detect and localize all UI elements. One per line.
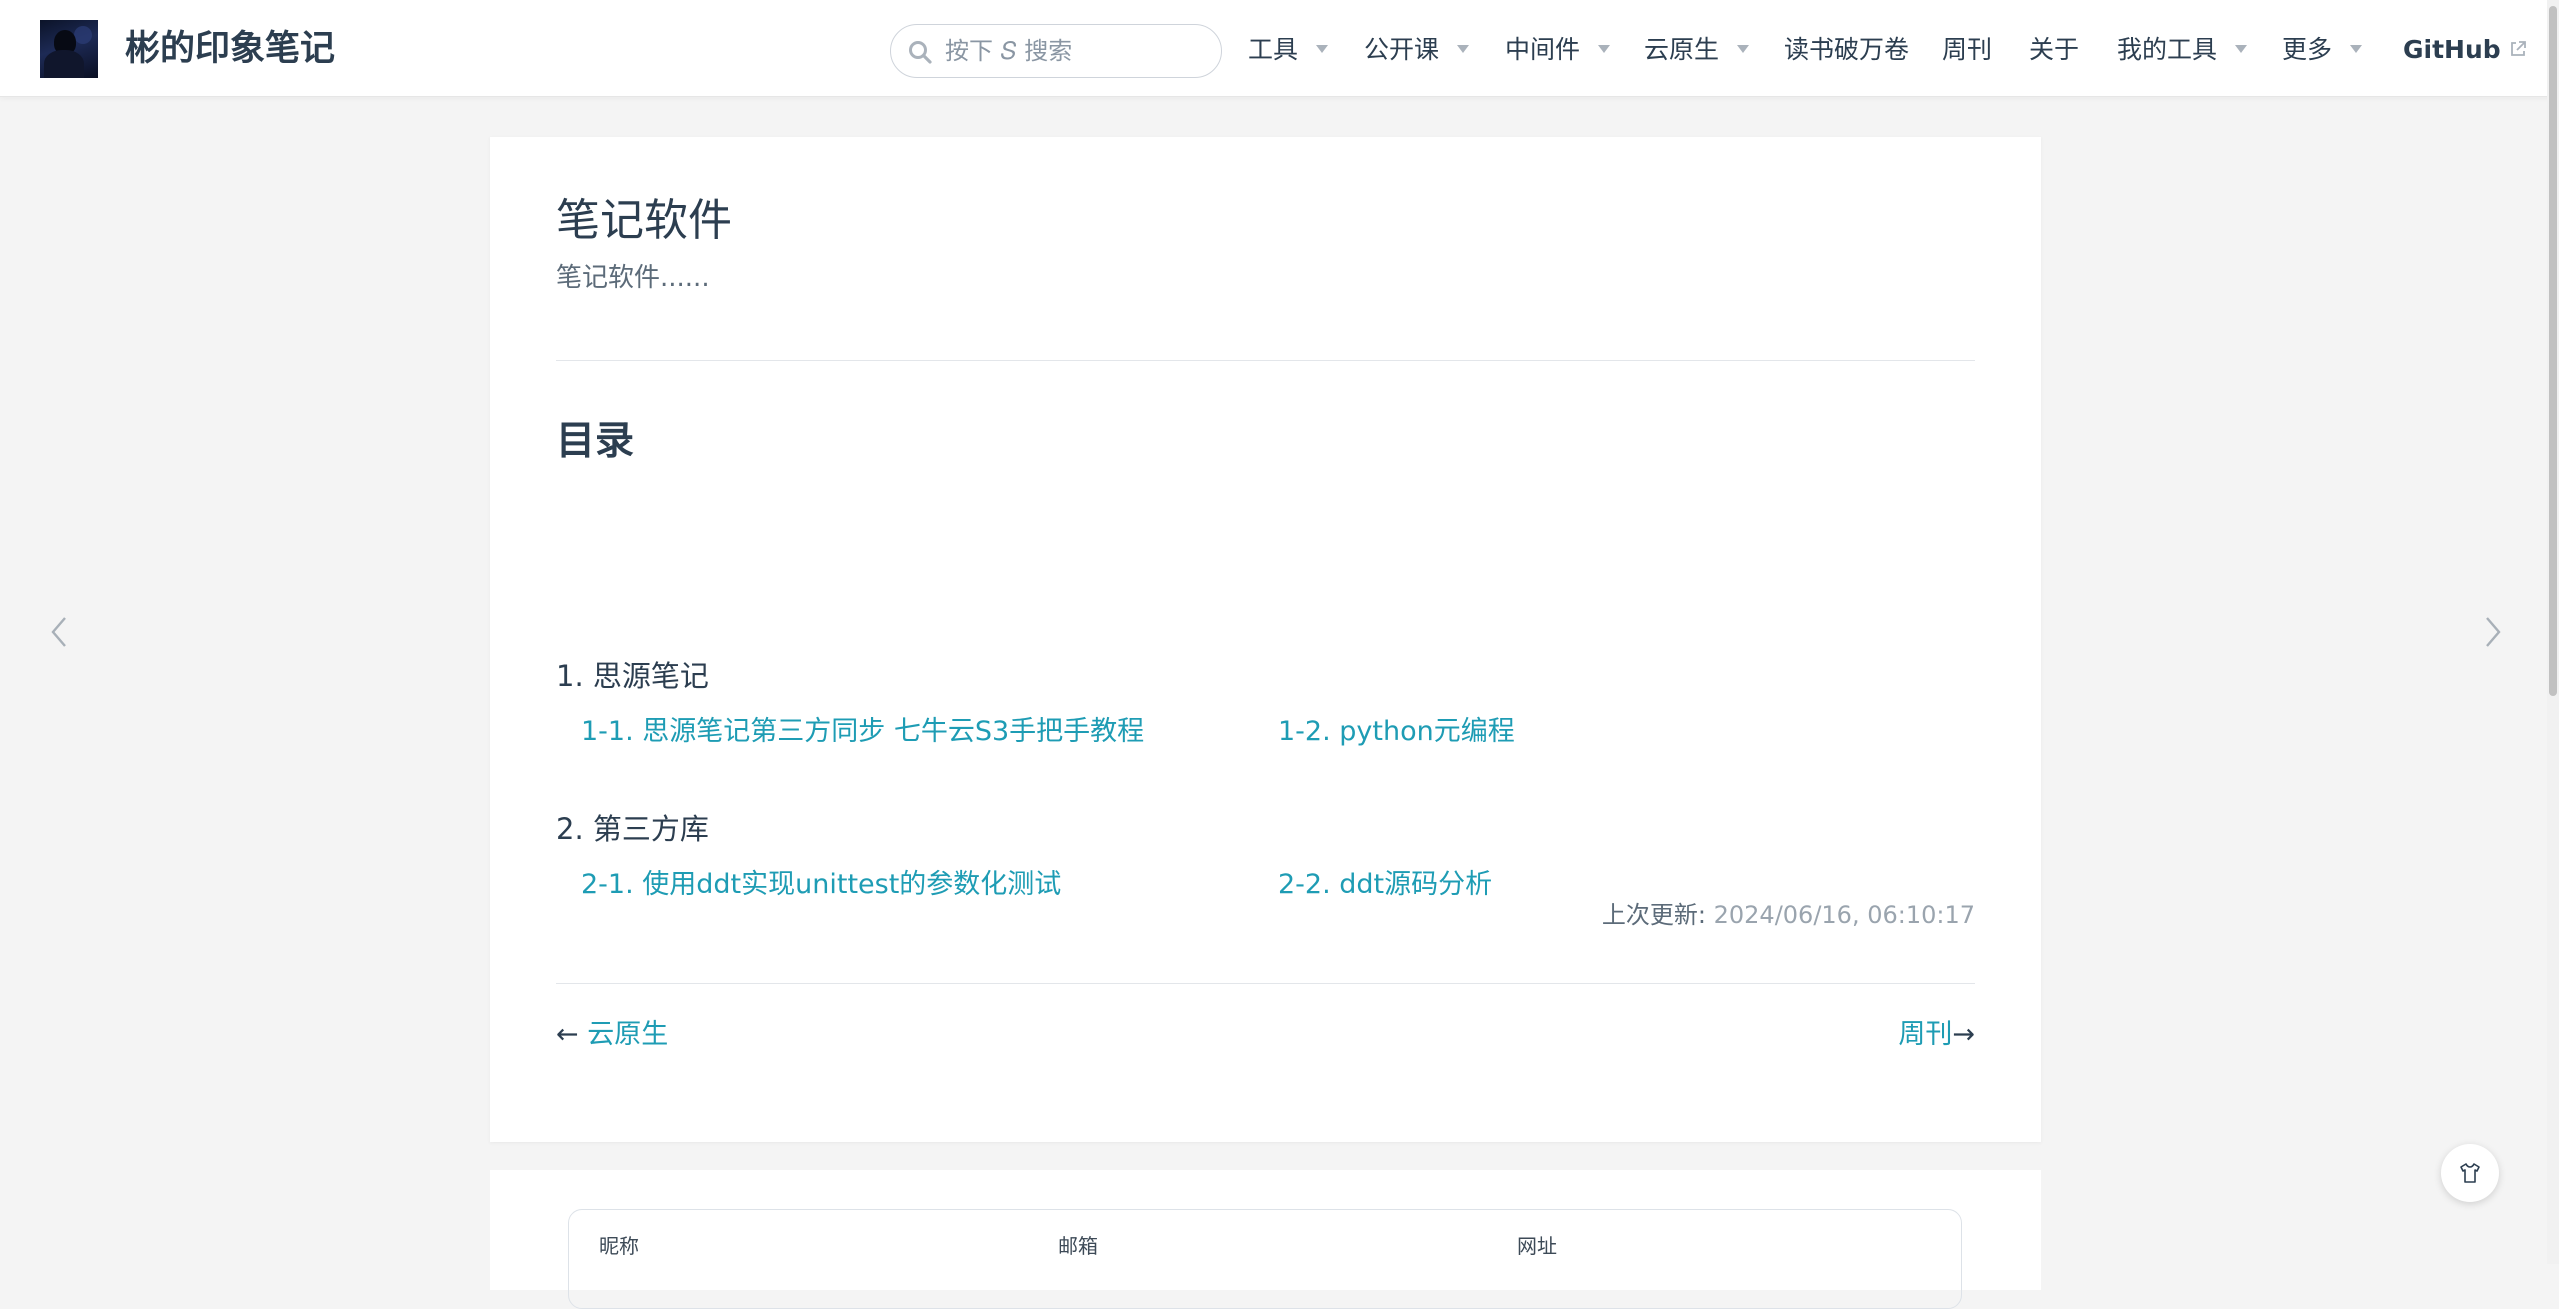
next-page-link[interactable]: 周刊→ [1898,1017,1975,1053]
nav-item-open-courses[interactable]: 公开课 [1364,30,1470,70]
nav-item-label: 公开课 [1364,35,1440,64]
search-box[interactable] [890,24,1222,78]
nav-item-tools[interactable]: 工具 [1248,30,1329,70]
caret-down-icon [1316,45,1329,53]
toc-section-title: 1. 思源笔记 [556,659,709,693]
chevron-right-icon[interactable] [2477,612,2507,652]
nav-item-cloud-native[interactable]: 云原生 [1644,30,1750,70]
nav-item-label: 云原生 [1644,35,1720,64]
nav-item-label: 我的工具 [2117,35,2218,64]
caret-down-icon [1598,45,1611,53]
caret-down-icon [1737,45,1750,53]
shirt-icon [2460,1163,2480,1183]
prev-page-label[interactable]: 云原生 [587,1019,668,1050]
site-logo-avatar[interactable] [40,20,98,78]
nav-item-reading[interactable]: 读书破万卷 [1784,30,1909,70]
arrow-right-icon: → [1952,1019,1975,1050]
nav-item-label: 关于 [2029,35,2080,64]
toc-section-title: 2. 第三方库 [556,812,709,846]
nav-item-weekly[interactable]: 周刊 [1942,30,1992,70]
nav-item-label: 中间件 [1505,35,1581,64]
toc-link[interactable]: 1-1. 思源笔记第三方同步 七牛云S3手把手教程 [581,714,1144,750]
search-input[interactable] [943,31,1203,71]
external-link-icon [2510,41,2526,56]
nav-item-about[interactable]: 关于 [2029,30,2079,70]
navbar: 彬的印象笔记 工具 公开课 中间件 云原生 读书破万卷 周刊 关于 我的工具 更… [0,0,2559,97]
divider [556,983,1975,984]
site-name[interactable]: 彬的印象笔记 [125,26,335,72]
nav-item-middleware[interactable]: 中间件 [1505,30,1611,70]
toc-link[interactable]: 2-1. 使用ddt实现unittest的参数化测试 [581,867,1061,903]
caret-down-icon [2350,45,2363,53]
scrollbar-thumb[interactable] [2549,6,2557,696]
nav-item-label: 更多 [2282,35,2333,64]
search-icon [909,41,932,64]
prev-page-link[interactable]: ← 云原生 [556,1017,668,1053]
nav-item-label: 工具 [1248,35,1299,64]
nav-item-my-tools[interactable]: 我的工具 [2117,30,2248,70]
next-page-label[interactable]: 周刊 [1898,1019,1952,1050]
toc-link[interactable]: 1-2. python元编程 [1278,714,1515,750]
nav-item-github[interactable]: GitHub [2403,30,2527,70]
content-card: 笔记软件 笔记软件...... 目录 1. 思源笔记 1-1. 思源笔记第三方同… [490,137,2041,1142]
last-updated-value: 2024/06/16, 06:10:17 [1713,901,1975,929]
divider [556,360,1975,361]
comment-card: 昵称 邮箱 网址 [490,1170,2041,1309]
website-field-label[interactable]: 网址 [1517,1230,1557,1259]
toc-link[interactable]: 2-2. ddt源码分析 [1278,867,1492,903]
nav-item-label: GitHub [2403,35,2501,64]
nav-item-label: 周刊 [1942,35,1993,64]
chevron-left-icon[interactable] [45,612,75,652]
comment-form: 昵称 邮箱 网址 [568,1209,1962,1309]
page-title: 笔记软件 [556,195,732,246]
last-updated: 上次更新: 2024/06/16, 06:10:17 [1602,899,1975,931]
toc-heading: 目录 [556,419,635,464]
theme-button[interactable] [2441,1144,2499,1202]
arrow-left-icon: ← [556,1019,579,1050]
email-field-label[interactable]: 邮箱 [1058,1230,1098,1259]
last-updated-label: 上次更新: [1601,901,1706,929]
page-description: 笔记软件...... [556,263,710,293]
nav-item-more[interactable]: 更多 [2282,30,2363,70]
nickname-field-label[interactable]: 昵称 [599,1230,639,1259]
scrollbar[interactable] [2547,0,2559,1264]
caret-down-icon [1457,45,1470,53]
nav-item-label: 读书破万卷 [1784,35,1910,64]
caret-down-icon [2235,45,2248,53]
